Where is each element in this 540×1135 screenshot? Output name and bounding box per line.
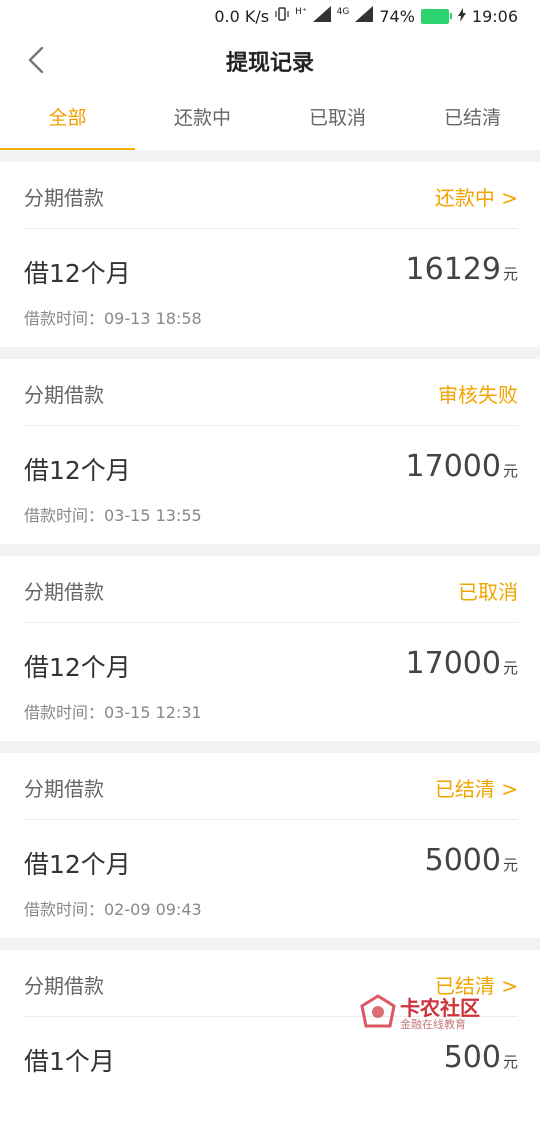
amount-value: 16129 [405,252,501,287]
amount-value: 500 [443,1040,501,1075]
loan-term: 借1个月 [24,1047,115,1076]
loan-amount: 17000 元 [406,646,518,681]
loan-type: 分期借款 [24,383,104,407]
record-header: 分期借款 已结清 > [24,753,518,820]
page-title: 提现记录 [225,51,314,76]
record-header: 分期借款 已取消 [24,556,518,623]
amount-value: 17000 [405,646,501,681]
record-card[interactable]: 分期借款 已取消 借12个月 17000 元 借款时间：03-15 12:31 [0,556,540,741]
tab-all[interactable]: 全部 [0,88,135,150]
signal-icon-2 [355,6,374,26]
clock: 19:06 [471,6,518,26]
record-card[interactable]: 分期借款 审核失败 借12个月 17000 元 借款时间：03-15 13:55 [0,359,540,544]
loan-time: 借款时间：03-15 13:55 [24,506,202,525]
loan-time: 借款时间：02-09 09:43 [24,900,202,919]
amount-value: 17000 [405,449,501,484]
tab-repaying[interactable]: 还款中 [135,88,270,150]
record-status[interactable]: 已结清 > [435,773,518,802]
knong-logo-icon [360,994,396,1028]
battery-icon [420,8,452,24]
record-header: 分期借款 还款中 > [24,162,518,229]
tab-settled[interactable]: 已结清 [405,88,540,150]
loan-term: 借12个月 [24,850,131,879]
amount-unit: 元 [502,659,518,677]
filter-tabs: 全部 还款中 已取消 已结清 [0,88,540,150]
amount-unit: 元 [502,462,518,480]
loan-amount: 5000 元 [425,843,518,878]
amount-unit: 元 [502,1053,518,1071]
record-card[interactable]: 分期借款 已结清 > 借1个月 500 元 [0,950,540,1135]
watermark-logo: 卡农社区 金融在线教育 [360,994,490,1034]
record-status: 审核失败 [438,383,518,407]
loan-amount: 16129 元 [406,252,518,287]
loan-amount: 17000 元 [406,449,518,484]
loan-amount: 500 元 [444,1040,518,1075]
record-card[interactable]: 分期借款 已结清 > 借12个月 5000 元 借款时间：02-09 09:43 [0,753,540,938]
4g-label: 4G [336,6,350,17]
hplus-label: H⁺ [295,6,307,17]
record-card[interactable]: 分期借款 还款中 > 借12个月 16129 元 借款时间：09-13 18:58 [0,162,540,347]
record-status: 已取消 [458,580,518,604]
record-status[interactable]: 还款中 > [435,182,518,211]
loan-type: 分期借款 [24,580,104,604]
loan-type: 分期借款 [24,777,104,801]
charging-icon [457,7,466,26]
loan-term: 借12个月 [24,456,131,485]
amount-unit: 元 [502,856,518,874]
record-header: 分期借款 审核失败 [24,359,518,426]
battery-percent: 74% [379,6,415,26]
nav-bar: 提现记录 [0,32,540,88]
loan-type: 分期借款 [24,186,104,210]
loan-term: 借12个月 [24,259,131,288]
loan-time: 借款时间：09-13 18:58 [24,309,202,328]
network-speed: 0.0 K/s [214,6,270,26]
loan-type: 分期借款 [24,974,104,998]
status-bar: 0.0 K/s H⁺ 4G 74% 19:06 [0,0,540,32]
vibrate-icon [275,6,289,26]
amount-value: 5000 [424,843,501,878]
loan-time: 借款时间：03-15 12:31 [24,703,202,722]
amount-unit: 元 [502,265,518,283]
watermark-subtitle: 金融在线教育 [400,1018,466,1031]
signal-icon [312,6,331,26]
loan-term: 借12个月 [24,653,131,682]
withdrawal-record-list: 分期借款 还款中 > 借12个月 16129 元 借款时间：09-13 18:58… [0,150,540,1135]
tab-cancelled[interactable]: 已取消 [270,88,405,150]
